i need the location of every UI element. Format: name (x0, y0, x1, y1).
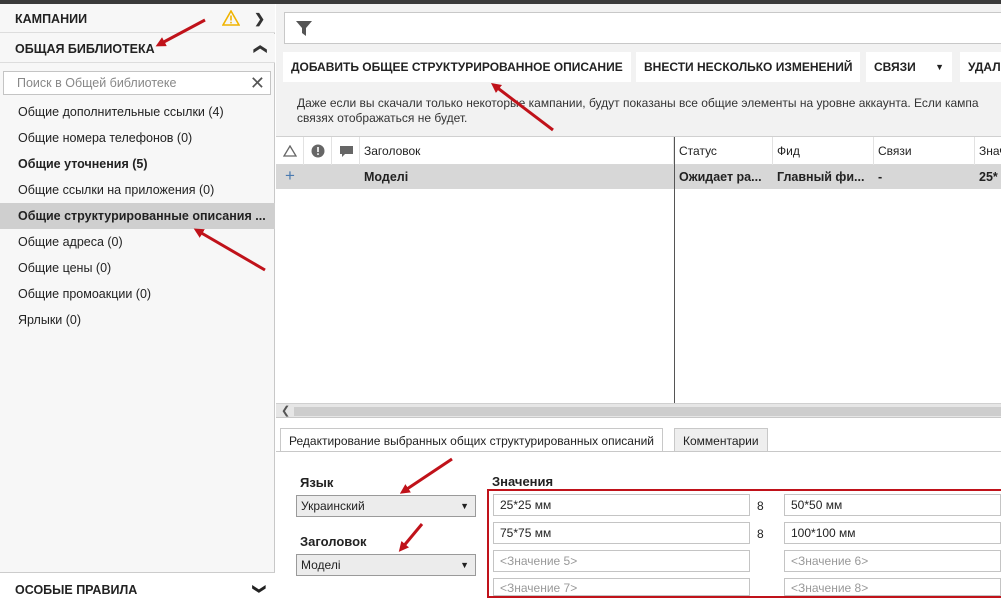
value-field-4[interactable]: 100*100 мм (784, 522, 1001, 544)
triangle-icon (282, 144, 298, 157)
error-column-header[interactable] (304, 137, 332, 165)
multiple-changes-button[interactable]: ВНЕСТИ НЕСКОЛЬКО ИЗМЕНЕНИЙ (636, 52, 861, 82)
tab-divider (276, 451, 1001, 452)
library-item[interactable]: Общие адреса (0) (0, 229, 275, 255)
value-field-7[interactable]: <Значение 7> (493, 578, 750, 596)
caret-down-icon: ▼ (460, 501, 469, 511)
value-field-2[interactable]: 50*50 мм (784, 494, 1001, 516)
row-title-cell: Моделі (364, 170, 409, 184)
library-item[interactable]: Ярлыки (0) (0, 307, 275, 333)
value-field-8[interactable]: <Значение 8> (784, 578, 1001, 596)
error-icon (311, 144, 325, 158)
language-label: Язык (300, 475, 334, 490)
library-item[interactable]: Общие номера телефонов (0) (0, 125, 275, 151)
feed-column-header[interactable]: Фид (773, 137, 874, 165)
row-feed-cell: Главный фи... (777, 170, 865, 184)
info-note-line-1: Даже если вы скачали только некоторые ка… (297, 96, 979, 110)
caret-down-icon: ▼ (935, 62, 944, 72)
char-count: 8 (757, 499, 764, 513)
scrollbar-thumb[interactable] (294, 407, 1001, 416)
campaigns-section-header[interactable]: КАМПАНИИ ❯ (0, 4, 275, 33)
library-item[interactable]: Общие уточнения (5) (0, 151, 275, 177)
scroll-left-icon[interactable]: ❮ (281, 404, 290, 417)
clear-icon[interactable]: ✕ (250, 74, 265, 92)
library-label: ОБЩАЯ БИБЛИОТЕКА (15, 42, 155, 56)
value-field-5[interactable]: <Значение 5> (493, 550, 750, 572)
library-search-box: ✕ (3, 71, 271, 95)
values-label: Значения (492, 474, 554, 489)
value-field-3[interactable]: 75*75 мм (493, 522, 750, 544)
campaigns-label: КАМПАНИИ (15, 12, 88, 26)
library-search-input[interactable] (4, 72, 239, 94)
table-row[interactable]: + Моделі Ожидает ра... Главный фи... - 2… (276, 165, 1001, 189)
row-links-cell: - (878, 170, 883, 184)
title-column-header[interactable]: Заголовок (360, 137, 674, 165)
tab-comments[interactable]: Комментарии (674, 428, 768, 452)
links-column-header[interactable]: Связи (874, 137, 975, 165)
tab-edit[interactable]: Редактирование выбранных общих структури… (280, 428, 663, 452)
chevron-down-icon[interactable]: ❯ (254, 11, 265, 27)
comment-column-header[interactable] (332, 137, 360, 165)
library-item[interactable]: Общие дополнительные ссылки (4) (0, 99, 275, 125)
add-shared-snippet-button[interactable]: ДОБАВИТЬ ОБЩЕЕ СТРУКТУРИРОВАННОЕ ОПИСАНИ… (283, 52, 631, 82)
library-item-selected[interactable]: Общие структурированные описания ... (0, 203, 275, 229)
char-count: 8 (757, 527, 764, 541)
value-column-header[interactable]: Знач (975, 137, 1001, 165)
horizontal-scrollbar[interactable]: ❮ (276, 403, 1001, 418)
chevron-down-icon[interactable]: ❯ (252, 584, 268, 595)
value-field-6[interactable]: <Значение 6> (784, 550, 1001, 572)
sort-column-header[interactable] (276, 137, 304, 165)
library-item[interactable]: Общие ссылки на приложения (0) (0, 177, 275, 203)
library-item[interactable]: Общие промоакции (0) (0, 281, 275, 307)
header-select[interactable]: Моделі ▼ (296, 554, 476, 576)
value-field-1[interactable]: 25*25 мм (493, 494, 750, 516)
info-note-line-2: связях отображаться не будет. (297, 111, 468, 125)
links-label: СВЯЗИ (874, 60, 916, 74)
delete-button[interactable]: УДАЛ (960, 52, 1001, 82)
header-label: Заголовок (300, 534, 367, 549)
data-grid: Заголовок Статус Фид Связи Знач + Моделі… (276, 136, 1001, 418)
filter-bar[interactable] (284, 12, 1001, 44)
row-status-cell: Ожидает ра... (679, 170, 762, 184)
comment-icon (340, 146, 353, 157)
rules-section-header[interactable]: ОСОБЫЕ ПРАВИЛА ❯ (0, 572, 275, 602)
header-value: Моделі (301, 558, 341, 572)
language-select[interactable]: Украинский ▼ (296, 495, 476, 517)
frozen-column-divider[interactable] (674, 137, 675, 403)
library-section-header[interactable]: ОБЩАЯ БИБЛИОТЕКА ❯ (0, 34, 275, 63)
status-column-header[interactable]: Статус (675, 137, 773, 165)
warning-icon (222, 10, 240, 26)
row-value-cell: 25* (979, 170, 998, 184)
caret-down-icon: ▼ (460, 560, 469, 570)
library-item[interactable]: Общие цены (0) (0, 255, 275, 281)
rules-label: ОСОБЫЕ ПРАВИЛА (15, 583, 138, 597)
plus-icon[interactable]: + (285, 165, 295, 187)
chevron-up-icon[interactable]: ❯ (252, 44, 268, 55)
sidebar: КАМПАНИИ ❯ ОБЩАЯ БИБЛИОТЕКА ❯ ✕ Общие до… (0, 4, 275, 602)
library-list: Общие дополнительные ссылки (4) Общие но… (0, 99, 275, 333)
filter-icon[interactable] (295, 20, 313, 37)
links-dropdown-button[interactable]: СВЯЗИ ▼ (866, 52, 952, 82)
info-note: Даже если вы скачали только некоторые ка… (297, 96, 1001, 126)
grid-header: Заголовок Статус Фид Связи Знач (276, 137, 1001, 165)
language-value: Украинский (301, 499, 365, 513)
